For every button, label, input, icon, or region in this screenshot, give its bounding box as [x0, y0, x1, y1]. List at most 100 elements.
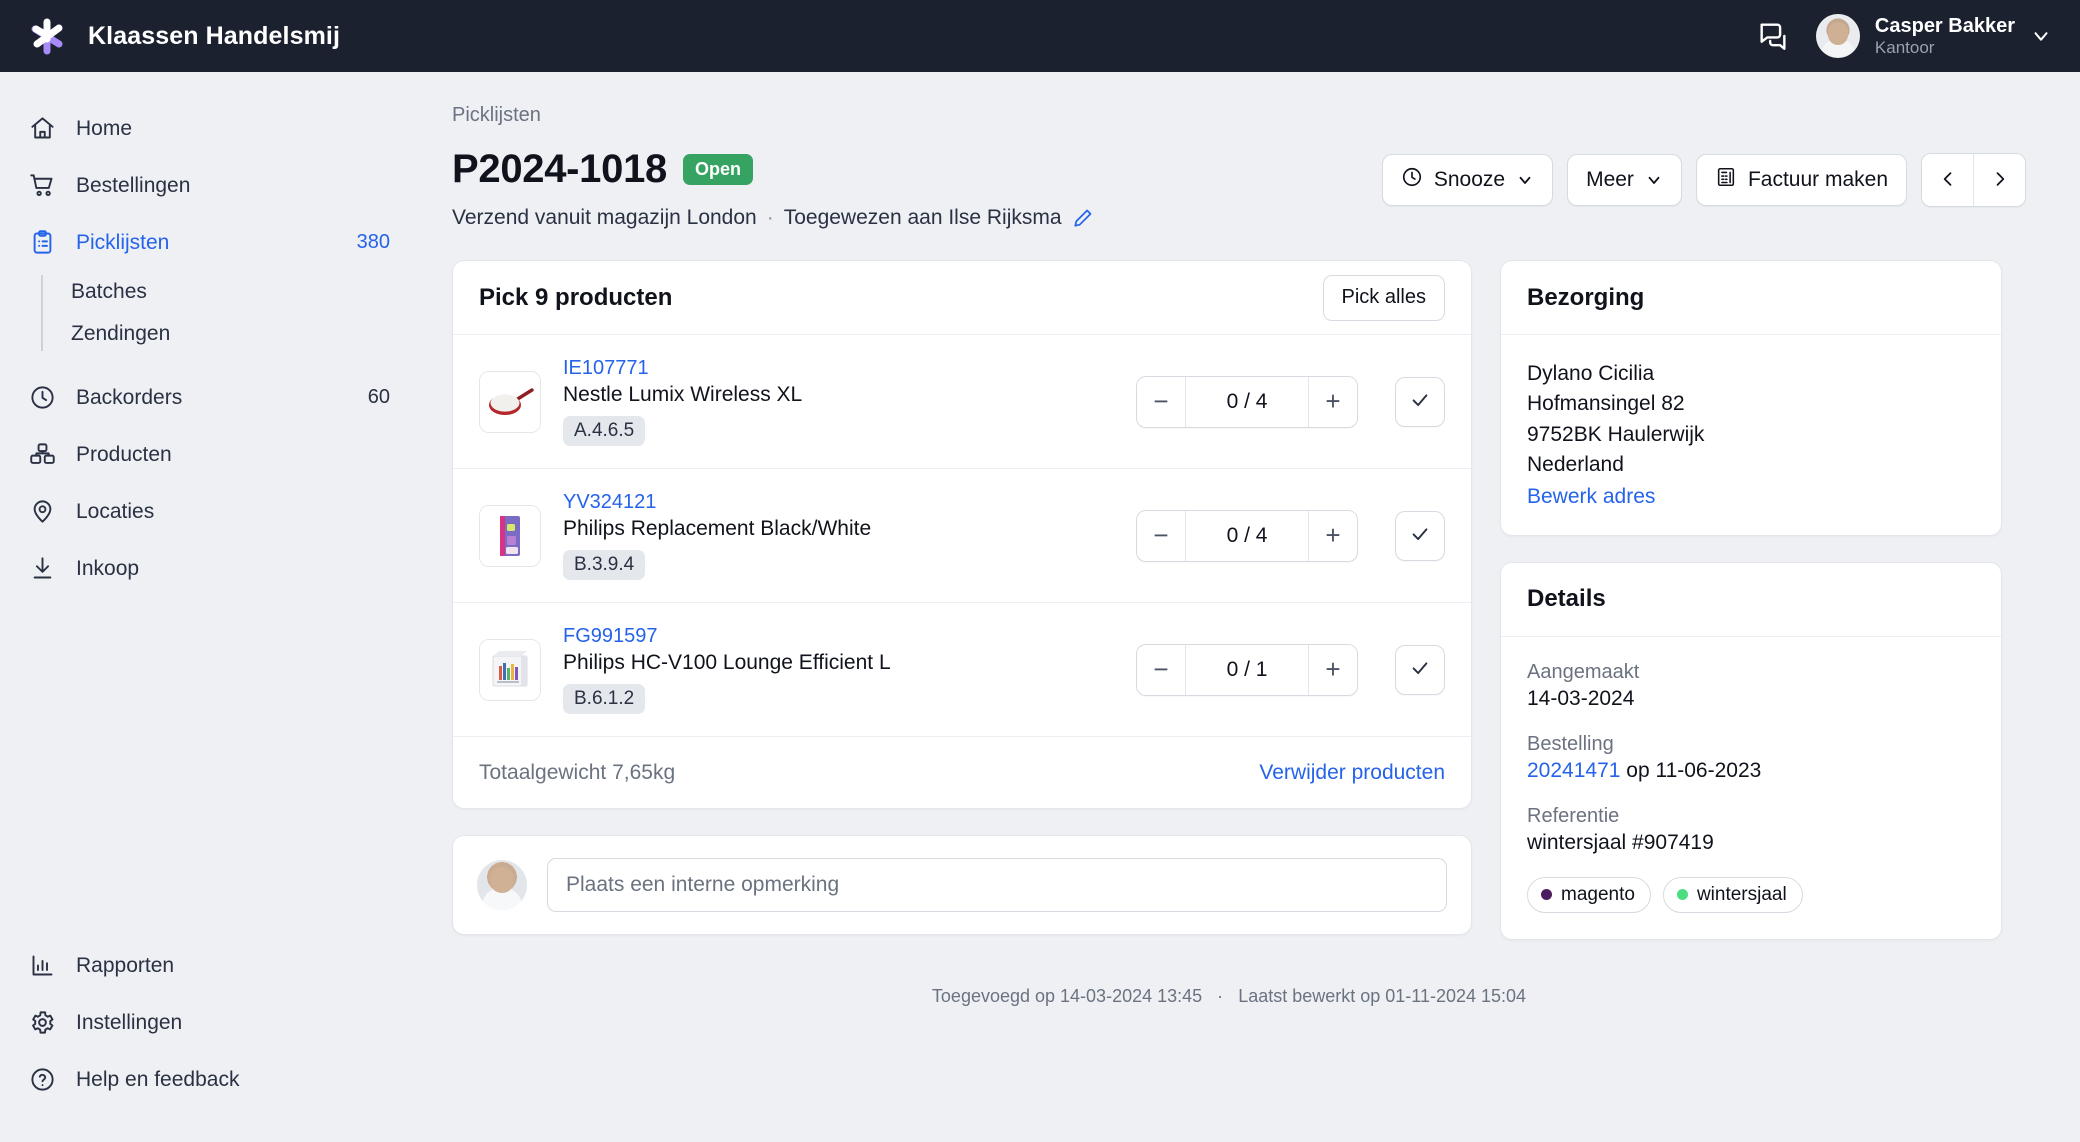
chevron-down-icon [1645, 171, 1663, 189]
sidebar-subitem-label: Zendingen [71, 322, 170, 346]
product-location-badge: B.3.9.4 [563, 550, 645, 580]
product-sku-link[interactable]: YV324121 [563, 491, 1114, 514]
more-button[interactable]: Meer [1567, 154, 1682, 206]
sidebar-item-producten[interactable]: Producten [0, 426, 420, 483]
detail-label: Aangemaakt [1527, 661, 1975, 684]
subtitle-warehouse: Verzend vanuit magazijn London [452, 206, 757, 230]
prev-button[interactable] [1922, 154, 1973, 206]
sidebar-item-rapporten[interactable]: Rapporten [0, 937, 420, 994]
picklist-card-header: Pick 9 producten Pick alles [453, 261, 1471, 335]
address-country: Nederland [1527, 450, 1975, 480]
remove-products-link[interactable]: Verwijder producten [1259, 761, 1445, 785]
sidebar-item-locaties[interactable]: Locaties [0, 483, 420, 540]
sidebar-bottom-nav: Rapporten Instellingen Help en feedback [0, 937, 420, 1108]
product-sku-link[interactable]: IE107771 [563, 357, 1114, 380]
confirm-pick-button[interactable] [1395, 511, 1445, 561]
page-title: P2024-1018 [452, 147, 667, 192]
main-content: Picklijsten P2024-1018 Open Verzend vanu… [420, 72, 2080, 1142]
increment-button[interactable]: + [1309, 377, 1357, 427]
quantity-value: 0 / 1 [1185, 645, 1309, 695]
tag-color-dot [1541, 889, 1552, 900]
decrement-button[interactable]: − [1137, 645, 1185, 695]
details-card: Details Aangemaakt 14-03-2024 Bestelling… [1500, 562, 2002, 940]
detail-value: 14-03-2024 [1527, 687, 1975, 711]
check-icon [1409, 523, 1431, 548]
detail-created: Aangemaakt 14-03-2024 [1527, 661, 1975, 711]
recipient-name: Dylano Cicilia [1527, 359, 1975, 389]
brand-name: Klaassen Handelsmij [88, 22, 340, 51]
sidebar-item-bestellingen[interactable]: Bestellingen [0, 157, 420, 214]
product-info: IE107771 Nestle Lumix Wireless XL A.4.6.… [563, 357, 1114, 446]
total-weight: Totaalgewicht 7,65kg [479, 761, 675, 785]
sidebar-item-help[interactable]: Help en feedback [0, 1051, 420, 1108]
map-pin-icon [28, 498, 56, 526]
tag-label: magento [1561, 884, 1635, 906]
quantity-value: 0 / 4 [1185, 511, 1309, 561]
breadcrumb[interactable]: Picklijsten [452, 104, 2026, 127]
address-street: Hofmansingel 82 [1527, 389, 1975, 419]
next-button[interactable] [1974, 154, 2025, 206]
decrement-button[interactable]: − [1137, 377, 1185, 427]
chevron-left-icon [1938, 169, 1958, 192]
topbar-right: Casper Bakker Kantoor [1756, 14, 2080, 58]
tag-list: magento wintersjaal [1527, 877, 1975, 913]
gear-icon [28, 1009, 56, 1037]
increment-button[interactable]: + [1309, 511, 1357, 561]
edit-address-link[interactable]: Bewerk adres [1527, 485, 1655, 509]
user-role: Kantoor [1875, 38, 2015, 58]
snooze-button[interactable]: Snooze [1382, 154, 1553, 206]
sidebar-item-label: Locaties [76, 500, 370, 524]
product-name: Philips HC-V100 Lounge Efficient L [563, 651, 1114, 675]
chat-bubbles-icon[interactable] [1756, 19, 1790, 53]
decrement-button[interactable]: − [1137, 511, 1185, 561]
sidebar-item-inkoop[interactable]: Inkoop [0, 540, 420, 597]
delivery-heading: Bezorging [1527, 284, 1644, 312]
chevron-down-icon[interactable] [2030, 25, 2052, 47]
confirm-pick-button[interactable] [1395, 645, 1445, 695]
clock-icon [1401, 166, 1423, 194]
footer-edited: Laatst bewerkt op 01-11-2024 15:04 [1238, 986, 1526, 1006]
product-sku-link[interactable]: FG991597 [563, 625, 1114, 648]
status-badge: Open [683, 154, 753, 185]
sidebar-item-home[interactable]: Home [0, 100, 420, 157]
product-location-badge: B.6.1.2 [563, 684, 645, 714]
sidebar-subnav: Batches Zendingen [41, 271, 420, 355]
page-footer: Toegevoegd op 14-03-2024 13:45 · Laatst … [432, 986, 2026, 1007]
sidebar-item-label: Instellingen [76, 1011, 390, 1035]
page-header-left: P2024-1018 Open Verzend vanuit magazijn … [452, 147, 1382, 230]
confirm-pick-button[interactable] [1395, 377, 1445, 427]
header-actions: Snooze Meer Factuur maken [1382, 147, 2026, 207]
left-column: Pick 9 producten Pick alles [452, 260, 1472, 940]
detail-value: 20241471 op 11-06-2023 [1527, 759, 1975, 783]
pick-all-button[interactable]: Pick alles [1323, 275, 1445, 321]
sidebar-item-batches[interactable]: Batches [71, 271, 420, 313]
detail-label: Referentie [1527, 805, 1975, 828]
sidebar-item-zendingen[interactable]: Zendingen [71, 313, 420, 355]
brand-block[interactable]: Klaassen Handelsmij [0, 13, 340, 59]
download-icon [28, 555, 56, 583]
order-number-link[interactable]: 20241471 [1527, 759, 1620, 782]
top-bar: Klaassen Handelsmij Casper Bakker Kantoo… [0, 0, 2080, 72]
sidebar-item-instellingen[interactable]: Instellingen [0, 994, 420, 1051]
create-invoice-label: Factuur maken [1748, 168, 1888, 192]
create-invoice-button[interactable]: Factuur maken [1696, 154, 1907, 206]
tag-color-dot [1677, 889, 1688, 900]
increment-button[interactable]: + [1309, 645, 1357, 695]
sidebar-item-label: Help en feedback [76, 1068, 390, 1092]
product-thumbnail [479, 505, 541, 567]
snooze-label: Snooze [1434, 168, 1505, 192]
subtitle-assignee: Toegewezen aan Ilse Rijksma [784, 206, 1062, 230]
tag-magento[interactable]: magento [1527, 877, 1651, 913]
sidebar-item-backorders[interactable]: Backorders 60 [0, 369, 420, 426]
tag-wintersjaal[interactable]: wintersjaal [1663, 877, 1803, 913]
product-info: FG991597 Philips HC-V100 Lounge Efficien… [563, 625, 1114, 714]
pencil-icon[interactable] [1072, 207, 1094, 229]
user-menu[interactable]: Casper Bakker Kantoor [1816, 14, 2052, 58]
detail-value: wintersjaal #907419 [1527, 831, 1975, 855]
clipboard-list-icon [28, 229, 56, 257]
sidebar-item-label: Inkoop [76, 557, 370, 581]
sidebar-item-picklijsten[interactable]: Picklijsten 380 [0, 214, 420, 271]
product-thumbnail [479, 639, 541, 701]
clock-icon [28, 384, 56, 412]
comment-input[interactable] [547, 858, 1447, 912]
